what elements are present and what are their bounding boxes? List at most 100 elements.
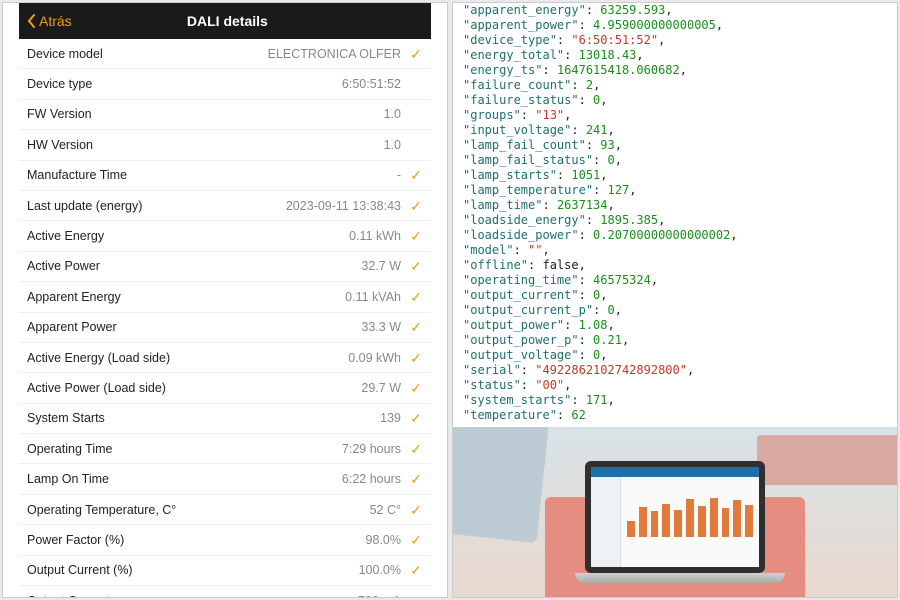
- detail-row[interactable]: Operating Time7:29 hours ✓: [19, 434, 431, 464]
- laptop-screen-sidebar: [591, 477, 621, 567]
- detail-value: 1.0: [384, 107, 401, 121]
- chart-bar: [698, 506, 706, 537]
- detail-row[interactable]: Active Energy (Load side)0.09 kWh ✓: [19, 343, 431, 373]
- check-icon: ✓: [409, 503, 423, 517]
- detail-row[interactable]: Apparent Energy0.11 kVAh ✓: [19, 282, 431, 312]
- detail-row[interactable]: Active Power32.7 W ✓: [19, 252, 431, 282]
- laptop-base: [575, 573, 785, 583]
- check-icon: ✓: [409, 381, 423, 395]
- detail-label: Lamp On Time: [27, 472, 342, 486]
- detail-value: 7:29 hours: [342, 442, 401, 456]
- chart-bar: [710, 498, 718, 537]
- header-bar: Atrás DALI details: [19, 3, 431, 39]
- detail-value: 6:22 hours: [342, 472, 401, 486]
- mobile-panel: Atrás DALI details Device modelELECTRONI…: [2, 2, 448, 598]
- laptop: [575, 461, 775, 583]
- chart-bar: [651, 511, 659, 537]
- detail-value: 0.09 kWh: [348, 351, 401, 365]
- detail-label: Device model: [27, 47, 268, 61]
- page-title: DALI details: [32, 13, 423, 29]
- detail-label: Last update (energy): [27, 199, 286, 213]
- check-icon: ✓: [409, 533, 423, 547]
- detail-value: 1.0: [384, 138, 401, 152]
- check-icon: ✓: [409, 472, 423, 486]
- detail-label: Apparent Power: [27, 320, 361, 334]
- check-icon: ✓: [409, 351, 423, 365]
- detail-label: Active Power: [27, 259, 361, 273]
- decor-cube: [453, 427, 549, 543]
- detail-row[interactable]: Active Energy0.11 kWh ✓: [19, 221, 431, 251]
- detail-row[interactable]: Power Factor (%)98.0% ✓: [19, 525, 431, 555]
- detail-value: -: [397, 168, 401, 182]
- detail-label: Output Current: [27, 594, 358, 598]
- detail-row[interactable]: Active Power (Load side)29.7 W ✓: [19, 373, 431, 403]
- detail-value: 139: [380, 411, 401, 425]
- detail-label: HW Version: [27, 138, 384, 152]
- chart-bar: [722, 508, 730, 537]
- detail-row[interactable]: Operating Temperature, C°52 C° ✓: [19, 495, 431, 525]
- check-icon: ✓: [409, 259, 423, 273]
- chart-bar: [674, 510, 682, 537]
- chart-bar: [733, 500, 741, 537]
- laptop-chart-bars: [627, 483, 753, 537]
- laptop-screen-topbar: [591, 467, 759, 477]
- chart-bar: [627, 521, 635, 537]
- detail-label: Power Factor (%): [27, 533, 366, 547]
- detail-label: System Starts: [27, 411, 380, 425]
- check-icon: ✓: [409, 290, 423, 304]
- check-icon: ✓: [409, 47, 423, 61]
- detail-row[interactable]: Lamp On Time6:22 hours ✓: [19, 464, 431, 494]
- detail-label: Operating Time: [27, 442, 342, 456]
- detail-row[interactable]: HW Version1.0: [19, 130, 431, 160]
- check-icon: ✓: [409, 168, 423, 182]
- laptop-illustration: [453, 427, 897, 597]
- detail-row[interactable]: Device modelELECTRONICA OLFER ✓: [19, 39, 431, 69]
- chart-bar: [686, 499, 694, 537]
- detail-value: 32.7 W: [361, 259, 401, 273]
- detail-label: Active Energy (Load side): [27, 351, 348, 365]
- json-code: "apparent_energy": 63259.593, "apparent_…: [453, 3, 897, 427]
- detail-value: 0.11 kWh: [349, 229, 401, 243]
- decor-block: [757, 435, 897, 485]
- chart-bar: [662, 504, 670, 537]
- detail-row[interactable]: Device type6:50:51:52: [19, 69, 431, 99]
- chart-bar: [745, 505, 753, 537]
- check-icon: ✓: [409, 563, 423, 577]
- detail-value: 100.0%: [359, 563, 401, 577]
- detail-value: 29.7 W: [361, 381, 401, 395]
- detail-row[interactable]: Apparent Power33.3 W ✓: [19, 313, 431, 343]
- check-icon: ✓: [409, 320, 423, 334]
- detail-value: ELECTRONICA OLFER: [268, 47, 401, 61]
- check-icon: ✓: [409, 411, 423, 425]
- detail-row[interactable]: Output Current (%)100.0% ✓: [19, 556, 431, 586]
- detail-label: Operating Temperature, C°: [27, 503, 370, 517]
- detail-label: Active Energy: [27, 229, 349, 243]
- check-icon: ✓: [409, 199, 423, 213]
- check-icon: ✓: [409, 594, 423, 598]
- detail-row[interactable]: Last update (energy)2023-09-11 13:38:43 ✓: [19, 191, 431, 221]
- detail-value: 0.11 kVAh: [345, 290, 401, 304]
- detail-label: Output Current (%): [27, 563, 359, 577]
- detail-row[interactable]: Manufacture Time-✓: [19, 161, 431, 191]
- detail-label: Active Power (Load side): [27, 381, 361, 395]
- check-icon: ✓: [409, 229, 423, 243]
- laptop-screen: [585, 461, 765, 573]
- detail-row[interactable]: System Starts139 ✓: [19, 404, 431, 434]
- detail-label: Manufacture Time: [27, 168, 397, 182]
- detail-value: 6:50:51:52: [342, 77, 401, 91]
- detail-label: FW Version: [27, 107, 384, 121]
- detail-value: 33.3 W: [361, 320, 401, 334]
- json-panel: "apparent_energy": 63259.593, "apparent_…: [452, 2, 898, 598]
- detail-row[interactable]: FW Version1.0: [19, 100, 431, 130]
- detail-label: Apparent Energy: [27, 290, 345, 304]
- detail-row[interactable]: Output Current700 mA ✓: [19, 586, 431, 598]
- chart-bar: [639, 507, 647, 537]
- mobile-inner: Atrás DALI details Device modelELECTRONI…: [19, 3, 431, 597]
- detail-label: Device type: [27, 77, 342, 91]
- detail-value: 52 C°: [370, 503, 401, 517]
- detail-value: 2023-09-11 13:38:43: [286, 199, 401, 213]
- check-icon: ✓: [409, 442, 423, 456]
- detail-value: 98.0%: [366, 533, 401, 547]
- detail-value: 700 mA: [358, 594, 401, 598]
- details-list: Device modelELECTRONICA OLFER ✓ Device typ…: [19, 39, 431, 598]
